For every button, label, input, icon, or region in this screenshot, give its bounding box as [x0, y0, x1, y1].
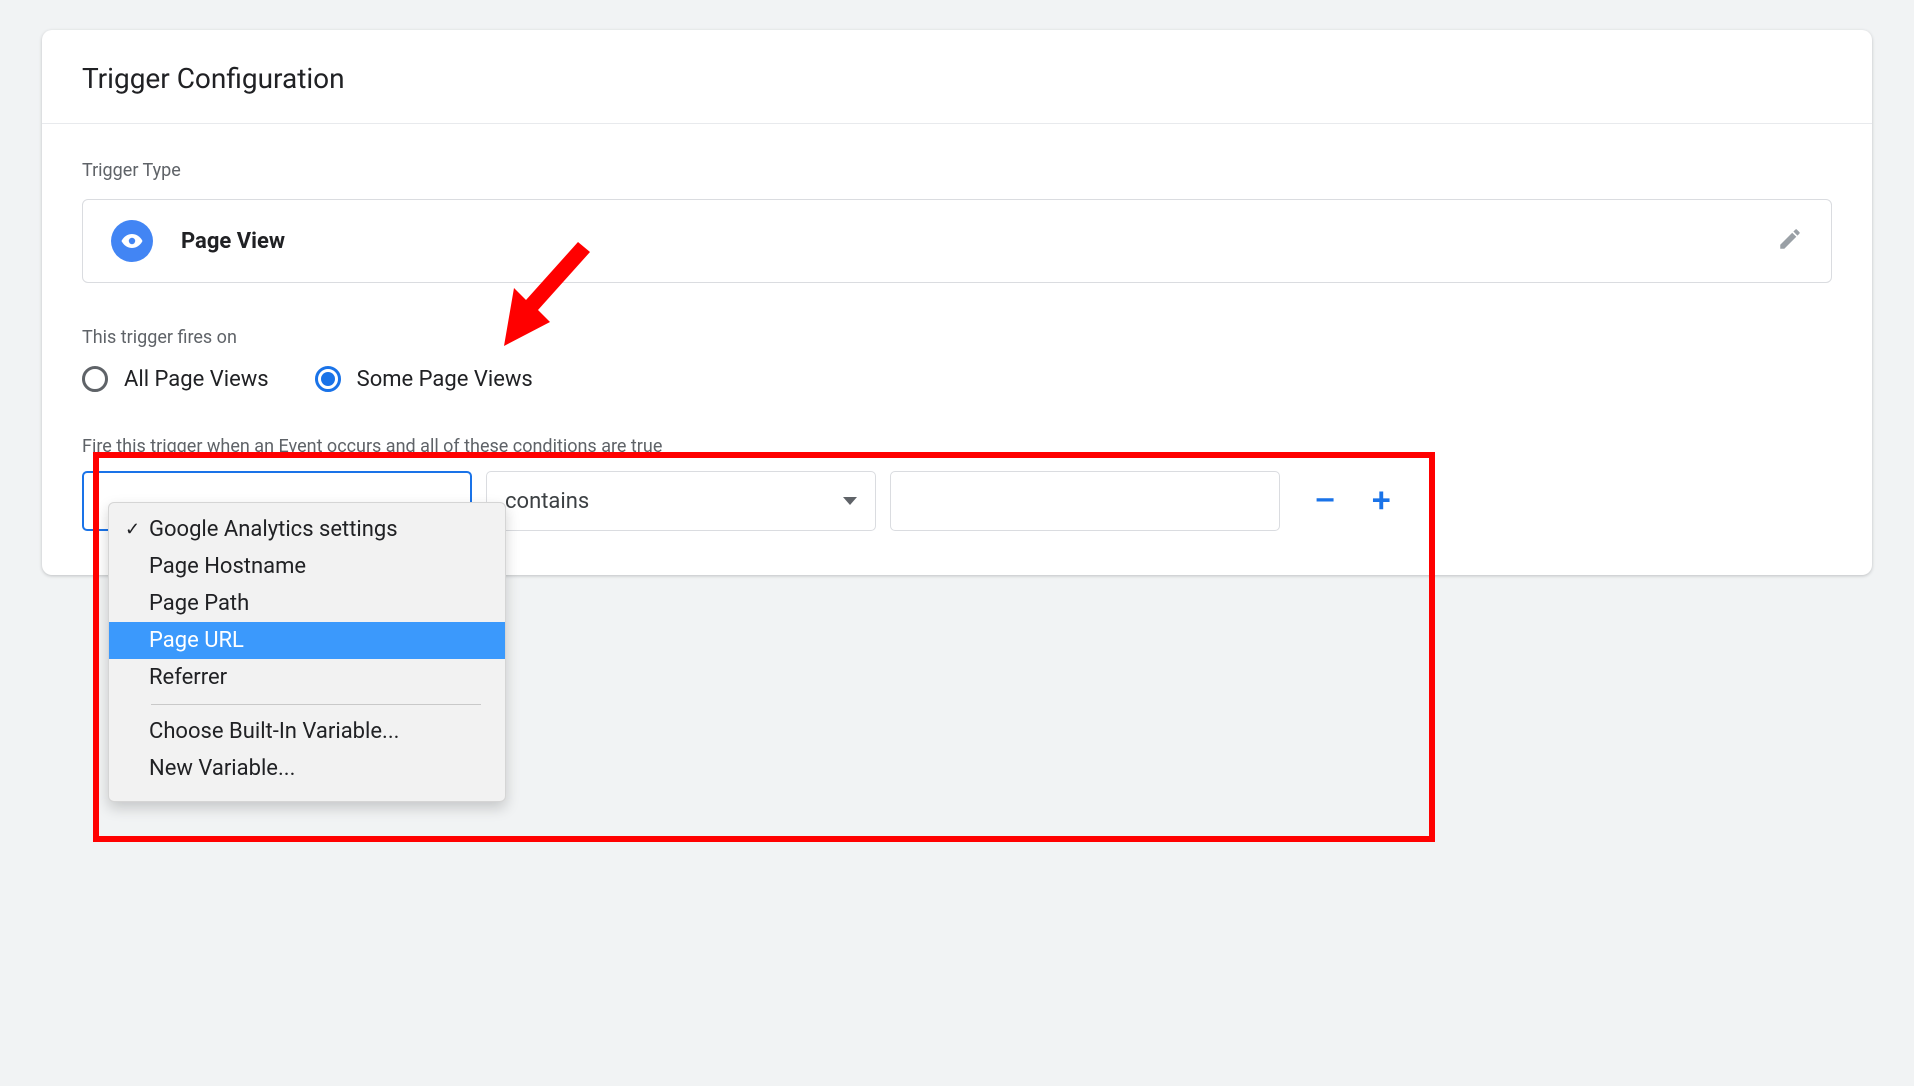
trigger-config-card: Trigger Configuration Trigger Type Page … [42, 30, 1872, 575]
dropdown-item-label: Page Hostname [149, 554, 306, 579]
chevron-down-icon [843, 497, 857, 505]
radio-all-page-views[interactable]: All Page Views [82, 366, 269, 392]
radio-label: All Page Views [124, 367, 269, 392]
conditions-label: Fire this trigger when an Event occurs a… [82, 436, 1832, 457]
dropdown-separator [151, 704, 481, 705]
operator-value: contains [505, 489, 589, 514]
dropdown-item-label: Referrer [149, 665, 227, 690]
check-icon: ✓ [125, 519, 141, 540]
dropdown-item-label: Page URL [149, 628, 244, 653]
dropdown-item-referrer[interactable]: Referrer [109, 659, 505, 696]
dropdown-item-new-variable[interactable]: New Variable... [109, 750, 505, 787]
trigger-type-label: Trigger Type [82, 160, 1832, 181]
radio-icon [82, 366, 108, 392]
panel-title: Trigger Configuration [42, 30, 1872, 124]
operator-select[interactable]: contains [486, 471, 876, 531]
pencil-icon [1777, 226, 1803, 252]
dropdown-item-ga-settings[interactable]: ✓ Google Analytics settings [109, 511, 505, 548]
radio-label: Some Page Views [357, 367, 533, 392]
dropdown-item-page-path[interactable]: Page Path [109, 585, 505, 622]
trigger-type-value: Page View [181, 229, 285, 254]
variable-dropdown[interactable]: ✓ Google Analytics settings Page Hostnam… [108, 502, 506, 802]
dropdown-item-choose-builtin[interactable]: Choose Built-In Variable... [109, 713, 505, 750]
dropdown-item-label: Page Path [149, 591, 249, 616]
dropdown-item-label: New Variable... [149, 756, 295, 781]
edit-trigger-type-button[interactable] [1777, 226, 1803, 256]
dropdown-item-page-hostname[interactable]: Page Hostname [109, 548, 505, 585]
eye-icon [111, 220, 153, 262]
trigger-type-selector[interactable]: Page View [82, 199, 1832, 283]
remove-condition-button[interactable]: – [1314, 484, 1336, 518]
dropdown-item-page-url[interactable]: Page URL [109, 622, 505, 659]
add-condition-button[interactable]: + [1372, 484, 1391, 518]
radio-icon [315, 366, 341, 392]
fires-on-label: This trigger fires on [82, 327, 1832, 348]
dropdown-item-label: Choose Built-In Variable... [149, 719, 399, 744]
dropdown-item-label: Google Analytics settings [149, 517, 398, 542]
radio-some-page-views[interactable]: Some Page Views [315, 366, 533, 392]
condition-value-input[interactable] [890, 471, 1280, 531]
